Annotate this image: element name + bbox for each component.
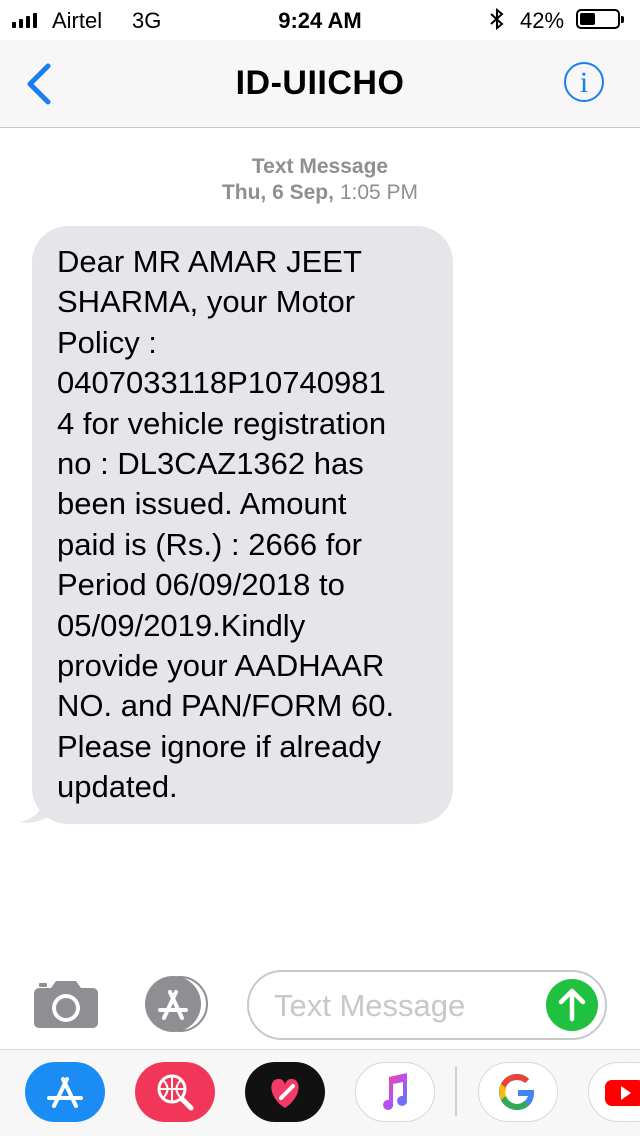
info-icon[interactable]: i [564, 62, 604, 102]
message-timestamp: Thu, 6 Sep, 1:05 PM [0, 181, 640, 205]
conversation-header: ID-UIICHO i [0, 40, 640, 128]
conversation-title: ID-UIICHO [235, 64, 405, 102]
send-button[interactable] [546, 979, 598, 1031]
bluetooth-icon [490, 7, 504, 31]
youtube-icon[interactable] [588, 1062, 640, 1122]
drawer-separator [455, 1066, 457, 1116]
message-input-placeholder: Text Message [274, 988, 466, 1023]
app-store-glyph-icon [47, 1077, 83, 1108]
message-type-label: Text Message [251, 155, 389, 178]
app-store-drawer-icon[interactable] [25, 1062, 105, 1122]
music-note-icon [383, 1073, 408, 1110]
heart-icon [271, 1078, 299, 1108]
image-search-icon[interactable] [135, 1062, 215, 1122]
camera-icon[interactable] [33, 980, 99, 1028]
youtube-play-icon [605, 1080, 640, 1106]
send-arrow-icon [558, 988, 586, 1022]
battery-percent: 42% [520, 8, 565, 33]
status-bar: Airtel 3G 9:24 AM 42% [0, 0, 640, 40]
app-store-icon[interactable] [140, 976, 212, 1032]
battery-icon [576, 9, 624, 29]
globe-magnifier-icon [157, 1074, 194, 1111]
google-g-icon [499, 1074, 534, 1110]
message-bubble[interactable]: Dear MR AMAR JEET SHARMA, your Motor Pol… [32, 226, 453, 824]
message-date: Thu, 6 Sep, [221, 181, 334, 204]
digital-touch-icon[interactable] [245, 1062, 325, 1122]
google-icon[interactable] [478, 1062, 558, 1122]
message-time: 1:05 PM [339, 181, 419, 204]
music-icon[interactable] [355, 1062, 435, 1122]
